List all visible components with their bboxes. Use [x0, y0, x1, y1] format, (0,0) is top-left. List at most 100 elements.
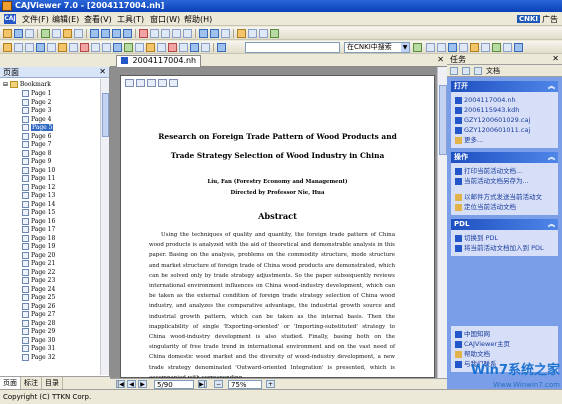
menu-help[interactable]: 帮助(H) [184, 14, 212, 25]
tab-contents[interactable]: 目录 [42, 377, 63, 389]
search-icon[interactable] [217, 43, 226, 52]
tool-a-icon[interactable] [426, 43, 435, 52]
tool-d-icon[interactable] [459, 43, 468, 52]
save-as-link[interactable]: 当前活动文档另存为... [455, 176, 555, 186]
locate-document-link[interactable]: 定位当前活动文档 [455, 202, 555, 212]
properties-icon[interactable] [201, 43, 210, 52]
page-number-field[interactable]: 5/90 [154, 380, 194, 389]
tool-g-icon[interactable] [492, 43, 501, 52]
page-list-item[interactable]: Page 9 [22, 158, 55, 167]
search-input[interactable] [245, 42, 340, 53]
ocr-icon[interactable] [36, 43, 45, 52]
back-icon[interactable] [199, 29, 208, 38]
zoom-out-icon[interactable] [150, 29, 159, 38]
image-select-icon[interactable] [25, 43, 34, 52]
chevron-down-icon[interactable]: ▼ [401, 43, 409, 52]
save-icon[interactable] [14, 29, 23, 38]
page-list-item[interactable]: Page 27 [22, 311, 55, 320]
highlight-icon[interactable] [80, 43, 89, 52]
more-link[interactable]: 更多... [455, 135, 555, 145]
task-forward-icon[interactable] [462, 66, 470, 75]
page-list-item[interactable]: Page 5 [22, 124, 55, 133]
fit-page-icon[interactable] [172, 29, 181, 38]
page-list-item[interactable]: Page 32 [22, 353, 55, 363]
tab-pages[interactable]: 页面 [0, 377, 21, 389]
page-list-item[interactable]: Page 1 [22, 90, 55, 99]
page-list-item[interactable]: Page 6 [22, 132, 55, 142]
search-scope-select[interactable]: 在CNKI中搜索 ▼ [344, 42, 410, 53]
page-list-item[interactable]: Page 31 [22, 345, 55, 354]
page-tool-copy-icon[interactable] [136, 79, 145, 87]
page-list-item[interactable]: Page 13 [22, 192, 55, 201]
prev-page-button[interactable]: ◀ [127, 380, 136, 388]
zoom-field[interactable]: 75% [228, 380, 262, 389]
page-list-item[interactable]: Page 8 [22, 149, 55, 159]
page-list-item[interactable]: Page 14 [22, 200, 55, 210]
add-to-pdl-link[interactable]: 将当前活动文档加入到 PDL [455, 243, 555, 253]
last-page-button[interactable]: ▶| [198, 380, 207, 388]
page-list-item[interactable]: Page 3 [22, 107, 55, 116]
page-tool-text-icon[interactable] [169, 79, 178, 87]
section-open-header[interactable]: 打开 ︽ [451, 81, 558, 92]
page-list-item[interactable]: Page 20 [22, 251, 55, 261]
menu-view[interactable]: 查看(V) [84, 14, 112, 25]
underline-icon[interactable] [91, 43, 100, 52]
section-pdl-header[interactable]: PDL ︽ [451, 219, 558, 230]
page-list-item[interactable]: Page 7 [22, 141, 55, 150]
menu-window[interactable]: 窗口(W) [150, 14, 180, 25]
rotate-icon[interactable] [183, 29, 192, 38]
next-page-icon[interactable] [112, 29, 121, 38]
menu-edit[interactable]: 编辑(E) [52, 14, 79, 25]
first-page-button[interactable]: |◀ [116, 380, 125, 388]
zoom-out-button[interactable]: − [214, 380, 223, 388]
help-link[interactable]: 帮助文档 [455, 349, 555, 359]
page-list-item[interactable]: Page 4 [22, 115, 55, 125]
strikeout-icon[interactable] [102, 43, 111, 52]
homepage-link[interactable]: CAJViewer主页 [455, 339, 555, 349]
layout-icon[interactable] [237, 29, 246, 38]
line-icon[interactable] [135, 43, 144, 52]
forward-icon[interactable] [210, 29, 219, 38]
fullscreen-icon[interactable] [270, 29, 279, 38]
stamp-icon[interactable] [168, 43, 177, 52]
switch-pdl-link[interactable]: 切换到 PDL [455, 233, 555, 243]
recent-file-link[interactable]: GZY1200601011.caj [455, 125, 555, 135]
page-list-item[interactable]: Page 30 [22, 336, 55, 346]
zoom-in-icon[interactable] [139, 29, 148, 38]
page-list-item[interactable]: Page 12 [22, 183, 55, 193]
snapshot-icon[interactable] [47, 43, 56, 52]
scroll-thumb[interactable] [102, 93, 109, 137]
recent-file-link[interactable]: 2004117004.nh [455, 95, 555, 105]
menu-file[interactable]: 文件(F) [22, 14, 49, 25]
document-scrollbar[interactable] [437, 67, 447, 378]
eraser-icon[interactable] [157, 43, 166, 52]
page-list-item[interactable]: Page 28 [22, 319, 55, 329]
continuous-icon[interactable] [248, 29, 257, 38]
tab-annotations[interactable]: 标注 [21, 377, 42, 389]
tool-e-icon[interactable] [470, 43, 479, 52]
note-icon[interactable] [69, 43, 78, 52]
page-list-item[interactable]: Page 21 [22, 260, 55, 269]
page-list-item[interactable]: Page 16 [22, 217, 55, 227]
paste-icon[interactable] [52, 29, 61, 38]
first-page-icon[interactable] [90, 29, 99, 38]
page-list-item[interactable]: Page 29 [22, 328, 55, 337]
document-tab[interactable]: 2004117004.nh [116, 55, 202, 67]
page-tool-select-icon[interactable] [125, 79, 134, 87]
close-document-icon[interactable]: ✕ [437, 55, 444, 64]
document-scroll-thumb[interactable] [439, 85, 447, 155]
facing-icon[interactable] [259, 29, 268, 38]
rectangle-icon[interactable] [113, 43, 122, 52]
page-list-item[interactable]: Page 11 [22, 175, 55, 184]
recent-file-link[interactable]: 2006115943.kdh [455, 105, 555, 115]
page-tool-print-icon[interactable] [147, 79, 156, 87]
next-page-button[interactable]: ▶ [138, 380, 147, 388]
search-go-icon[interactable] [413, 43, 422, 52]
page-list-item[interactable]: Page 17 [22, 226, 55, 235]
ad-label[interactable]: 广告 [542, 14, 558, 25]
bookmark-icon[interactable] [58, 43, 67, 52]
chevron-up-icon[interactable]: ︽ [548, 219, 555, 230]
tool-b-icon[interactable] [437, 43, 446, 52]
page-list-item[interactable]: Page 24 [22, 285, 55, 295]
ellipse-icon[interactable] [124, 43, 133, 52]
